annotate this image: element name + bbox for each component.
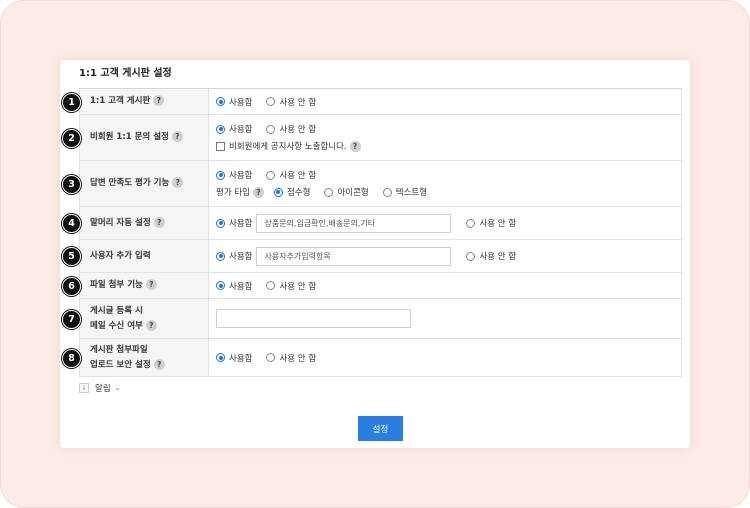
radio-use[interactable]: 사용함 <box>216 217 252 229</box>
table-row: 5 사용자 추가 입력 사용함 사용 안 함 <box>62 240 682 273</box>
row-label: 1:1 고객 게시판? <box>79 89 209 114</box>
radio-use[interactable]: 사용함 <box>216 280 252 292</box>
step-badge: 6 <box>62 276 81 296</box>
step-badge: 8 <box>62 348 81 368</box>
radio-use[interactable]: 사용함 <box>216 169 252 181</box>
help-icon[interactable]: ? <box>252 186 264 198</box>
table-row: 4 말머리 자동 설정? 사용함 사용 안 함 <box>62 207 682 240</box>
radio-rating-text[interactable]: 텍스트형 <box>382 186 427 198</box>
step-badge: 2 <box>62 128 81 148</box>
row-label: 게시글 등록 시 메일 수신 여부? <box>79 299 209 338</box>
row-label-text: 비회원 1:1 문의 설정 <box>90 132 169 142</box>
radio-use[interactable]: 사용함 <box>216 352 252 364</box>
notice-label: 알림 <box>95 384 111 394</box>
table-row: 8 게시판 첨부파일 업로드 보안 설정? 사용함 사용 안 함 <box>62 339 682 377</box>
prefix-input[interactable] <box>256 213 452 233</box>
radio-nouse[interactable]: 사용 안 함 <box>266 123 316 135</box>
step-badge: 5 <box>62 247 81 266</box>
row-label: 사용자 추가 입력 <box>79 240 209 272</box>
submit-button[interactable]: 설정 <box>358 416 403 441</box>
help-icon[interactable]: ? <box>153 358 165 370</box>
notice-toggle[interactable]: i 알림 ⌄ <box>79 382 121 394</box>
mail-option-input[interactable] <box>216 309 411 328</box>
row-label-text: 사용자 추가 입력 <box>90 250 151 261</box>
table-row: 6 파일 첨부 기능? 사용함 사용 안 함 <box>62 273 682 299</box>
row-label-text: 메일 수신 여부 <box>90 320 143 331</box>
custom-field-input[interactable] <box>256 246 452 266</box>
radio-nouse[interactable]: 사용 안 함 <box>466 250 516 262</box>
table-row: 2 비회원 1:1 문의 설정? 사용함 사용 안 함 비회원에게 공지사항 노… <box>62 115 682 161</box>
info-icon: i <box>79 383 89 393</box>
help-icon[interactable]: ? <box>349 140 361 152</box>
row-label: 파일 첨부 기능? <box>79 273 209 298</box>
row-label: 말머리 자동 설정? <box>79 207 209 239</box>
chevron-down-icon: ⌄ <box>114 384 121 392</box>
table-row: 7 게시글 등록 시 메일 수신 여부? <box>62 299 682 339</box>
radio-nouse[interactable]: 사용 안 함 <box>466 217 516 229</box>
row-label: 답변 만족도 평가 기능? <box>79 161 209 206</box>
row-label: 게시판 첨부파일 업로드 보안 설정? <box>79 339 209 376</box>
table-row: 1 1:1 고객 게시판? 사용함 사용 안 함 <box>62 89 682 115</box>
help-icon[interactable]: ? <box>153 95 165 106</box>
row-label-text: 게시판 첨부파일 <box>90 344 148 355</box>
radio-rating-score[interactable]: 점수형 <box>273 186 310 198</box>
radio-rating-icon[interactable]: 아이콘형 <box>324 186 369 198</box>
row-label-text: 게시글 등록 시 <box>90 305 143 316</box>
step-badge: 3 <box>62 174 81 194</box>
help-icon[interactable]: ? <box>171 131 183 142</box>
row-label-text: 답변 만족도 평가 기능 <box>90 178 170 188</box>
rating-type-label: 평가 타입 <box>216 188 250 198</box>
help-icon[interactable]: ? <box>153 216 165 228</box>
radio-use[interactable]: 사용함 <box>216 250 252 262</box>
help-icon[interactable]: ? <box>145 319 157 331</box>
radio-nouse[interactable]: 사용 안 함 <box>266 169 316 181</box>
radio-nouse[interactable]: 사용 안 함 <box>266 96 316 108</box>
page-title: 1:1 고객 게시판 설정 <box>79 68 172 79</box>
radio-nouse[interactable]: 사용 안 함 <box>266 280 316 292</box>
settings-card: 1:1 고객 게시판 설정 1 1:1 고객 게시판? 사용함 사용 안 함 2… <box>60 60 690 448</box>
row-label-text: 1:1 고객 게시판 <box>90 96 151 106</box>
radio-nouse[interactable]: 사용 안 함 <box>266 352 316 364</box>
step-badge: 4 <box>62 214 81 233</box>
step-badge: 1 <box>62 92 81 112</box>
row-label-text: 업로드 보안 설정 <box>90 359 151 370</box>
row-label-text: 파일 첨부 기능 <box>90 280 143 290</box>
step-badge: 7 <box>62 309 81 329</box>
notice-checkbox[interactable]: 비회원에게 공지사항 노출합니다.? <box>216 140 361 152</box>
radio-use[interactable]: 사용함 <box>216 123 252 135</box>
row-label-text: 말머리 자동 설정 <box>90 217 151 228</box>
radio-use[interactable]: 사용함 <box>216 96 252 108</box>
help-icon[interactable]: ? <box>172 177 184 188</box>
table-row: 3 답변 만족도 평가 기능? 사용함 사용 안 함 평가 타입? 점수형 아이… <box>62 161 682 207</box>
settings-table: 1 1:1 고객 게시판? 사용함 사용 안 함 2 비회원 1:1 문의 설정… <box>62 88 682 377</box>
row-label: 비회원 1:1 문의 설정? <box>79 115 209 160</box>
help-icon[interactable]: ? <box>145 279 157 290</box>
